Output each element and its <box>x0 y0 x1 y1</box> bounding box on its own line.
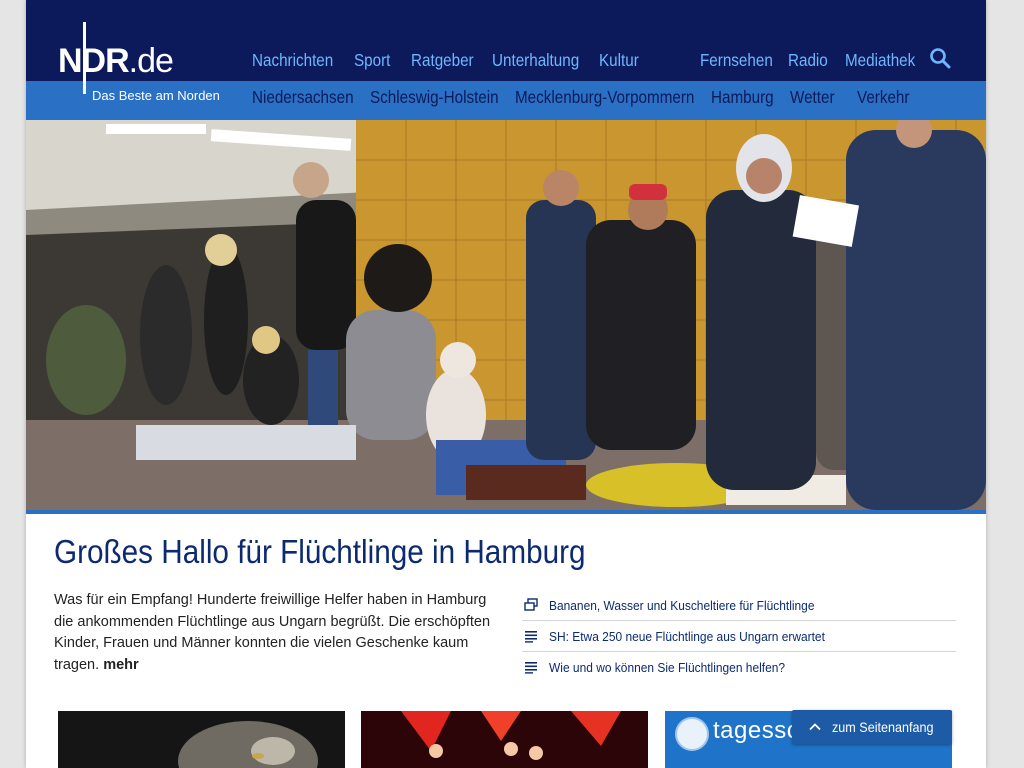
search-icon[interactable] <box>929 47 951 69</box>
nav-item-radio[interactable]: Radio <box>788 50 828 70</box>
related-link-label: Bananen, Wasser und Kuscheltiere für Flü… <box>549 597 815 613</box>
nav-item-niedersachsen[interactable]: Niedersachsen <box>252 87 354 107</box>
related-link-label: Wie und wo können Sie Flüchtlingen helfe… <box>549 659 786 675</box>
nav-item-fernsehen[interactable]: Fernsehen <box>700 50 773 70</box>
logo-text: NDR.de <box>58 42 174 80</box>
nav-item-mediathek[interactable]: Mediathek <box>845 50 915 70</box>
nav-item-hamburg[interactable]: Hamburg <box>711 87 774 107</box>
teaser-tile-wolf[interactable] <box>58 711 345 768</box>
logo-main: NDR <box>58 42 130 80</box>
hero-image[interactable] <box>26 120 986 512</box>
gallery-icon <box>524 598 538 611</box>
hero-photo-illustration <box>26 120 986 512</box>
nav-item-kultur[interactable]: Kultur <box>599 50 639 70</box>
to-top-label: zum Seitenanfang <box>832 719 934 735</box>
teaser-tile-concert[interactable] <box>361 711 648 768</box>
chevron-up-icon <box>809 723 821 731</box>
concert-image <box>361 711 648 768</box>
article-icon <box>525 662 537 674</box>
nav-item-verkehr[interactable]: Verkehr <box>857 87 909 107</box>
hero-headline[interactable]: Großes Hallo für Flüchtlinge in Hamburg <box>54 532 586 572</box>
nav-item-wetter[interactable]: Wetter <box>790 87 835 107</box>
related-link-3[interactable]: Wie und wo können Sie Flüchtlingen helfe… <box>522 652 956 682</box>
more-link[interactable]: mehr <box>103 657 138 673</box>
hero-teaser: Was für ein Empfang! Hunderte freiwillig… <box>54 590 494 676</box>
related-links: Bananen, Wasser und Kuscheltiere für Flü… <box>522 590 956 682</box>
ndr-logo[interactable]: NDR.de Das Beste am Norden <box>58 22 220 103</box>
logo-tagline: Das Beste am Norden <box>92 88 220 103</box>
logo-suffix: .de <box>128 42 174 80</box>
nav-item-schleswig-holstein[interactable]: Schleswig-Holstein <box>370 87 499 107</box>
nav-item-nachrichten[interactable]: Nachrichten <box>252 50 333 70</box>
article-icon <box>525 631 537 643</box>
nav-item-unterhaltung[interactable]: Unterhaltung <box>492 50 579 70</box>
wolf-image <box>58 711 345 768</box>
nav-item-mecklenburg-vorpommern[interactable]: Mecklenburg-Vorpommern <box>515 87 694 107</box>
related-link-2[interactable]: SH: Etwa 250 neue Flüchtlinge aus Ungarn… <box>522 621 956 652</box>
nav-item-ratgeber[interactable]: Ratgeber <box>411 50 474 70</box>
nav-item-sport[interactable]: Sport <box>354 50 390 70</box>
to-top-button[interactable]: zum Seitenanfang <box>792 710 952 744</box>
related-link-1[interactable]: Bananen, Wasser und Kuscheltiere für Flü… <box>522 590 956 621</box>
related-link-label: SH: Etwa 250 neue Flüchtlinge aus Ungarn… <box>549 628 825 644</box>
tagesschau-logo-icon <box>675 717 709 751</box>
page: NDR.de Das Beste am Norden Nachrichten S… <box>26 0 986 768</box>
